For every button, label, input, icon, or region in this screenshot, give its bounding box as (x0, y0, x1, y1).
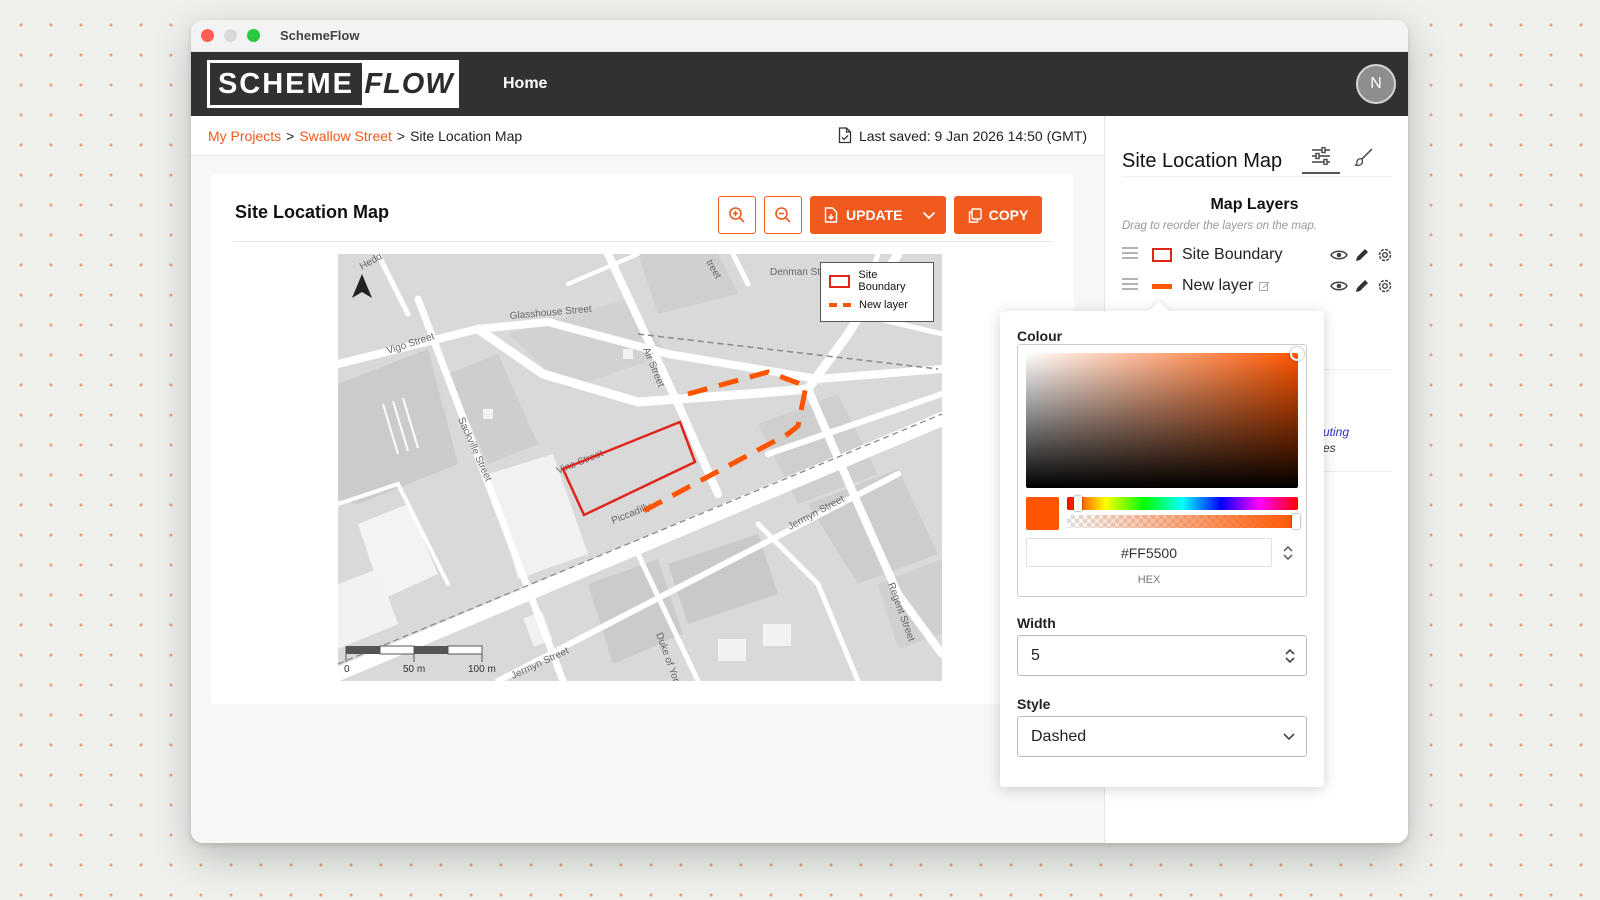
hue-slider[interactable] (1067, 496, 1298, 511)
partial-text: es (1323, 441, 1336, 455)
layers-heading: Map Layers (1210, 196, 1299, 213)
legend-item: New layer (829, 293, 925, 317)
card-title: Site Location Map (235, 202, 390, 222)
pencil-icon[interactable] (1354, 247, 1370, 263)
layer-name[interactable]: New layer (1182, 277, 1253, 295)
width-stepper[interactable]: 5 (1017, 635, 1307, 676)
scale-label: 50 m (403, 664, 425, 675)
width-value[interactable]: 5 (1031, 647, 1040, 665)
sidebar-divider (1321, 369, 1391, 370)
logo-scheme-text: SCHEME (210, 63, 362, 105)
update-main-action[interactable]: UPDATE (810, 207, 912, 223)
sidebar-divider (1321, 471, 1391, 472)
copy-icon (968, 207, 982, 223)
breadcrumb-separator: > (286, 127, 295, 144)
layers-hint: Drag to reorder the layers on the map. (1122, 220, 1317, 232)
zoom-in-icon (729, 207, 745, 223)
close-window-button[interactable] (201, 29, 214, 42)
layer-name[interactable]: Site Boundary (1182, 246, 1283, 264)
tab-draw[interactable] (1345, 140, 1383, 174)
last-saved-text: Last saved: 9 Jan 2026 14:50 (GMT) (858, 127, 1087, 144)
style-select-value[interactable]: Dashed (1031, 728, 1086, 746)
breadcrumb-separator: > (396, 127, 406, 144)
colour-format-toggle[interactable] (1280, 543, 1296, 563)
stepper-arrows-icon[interactable] (1284, 636, 1296, 675)
breadcrumb-my-projects[interactable]: My Projects (208, 128, 281, 144)
hue-slider-handle[interactable] (1074, 496, 1082, 511)
partial-link-text[interactable]: uting (1323, 425, 1349, 439)
user-avatar[interactable]: N (1356, 64, 1396, 104)
map-card: Site Location Map UPDATE COPY Glasshouse… (211, 174, 1074, 704)
style-select[interactable]: Dashed (1017, 716, 1307, 757)
breadcrumb-swallow-street[interactable]: Swallow Street (299, 128, 392, 144)
logo-flow-text: FLOW (364, 67, 454, 100)
layer-dashed-swatch (1152, 283, 1172, 289)
current-colour-swatch (1026, 497, 1059, 530)
breadcrumb-current-page: Site Location Map (410, 127, 523, 144)
scale-label: 100 m (468, 664, 496, 675)
card-divider (233, 241, 1052, 242)
legend-label: New layer (859, 299, 908, 311)
colour-picker: #FF5500 HEX (1017, 344, 1307, 597)
pencil-icon[interactable] (1354, 278, 1370, 294)
alpha-slider[interactable] (1067, 514, 1300, 529)
layer-style-popover: Colour #FF5500 HEX Width 5 Style Dashed (1000, 311, 1324, 787)
saturation-value-handle[interactable] (1290, 347, 1304, 361)
drag-handle-icon[interactable] (1122, 246, 1142, 264)
eye-icon[interactable] (1330, 280, 1348, 292)
tab-layer-settings[interactable] (1302, 140, 1340, 174)
layer-row-site-boundary[interactable]: Site Boundary (1122, 240, 1394, 270)
layer-row-new-layer[interactable]: New layer (1122, 271, 1394, 301)
rename-icon[interactable] (1259, 281, 1270, 292)
main-content: My Projects > Swallow Street > Site Loca… (191, 116, 1104, 843)
colour-label: Colour (1017, 328, 1063, 344)
map-legend: Site Boundary New layer (820, 262, 934, 322)
drag-handle-icon[interactable] (1122, 277, 1142, 295)
layer-outline-swatch (1152, 248, 1172, 262)
copy-button[interactable]: COPY (954, 196, 1042, 234)
document-saved-icon (838, 127, 852, 144)
chevron-down-icon (922, 211, 936, 219)
copy-label: COPY (988, 207, 1029, 223)
update-document-icon (824, 207, 838, 223)
legend-boundary-swatch (829, 274, 851, 288)
hex-input[interactable]: #FF5500 (1026, 538, 1272, 567)
gear-icon[interactable] (1376, 246, 1394, 264)
chevron-down-icon[interactable] (1282, 717, 1296, 756)
scale-label: 0 (344, 664, 350, 675)
hex-format-label: HEX (1137, 574, 1161, 586)
update-button[interactable]: UPDATE (810, 196, 946, 234)
sliders-icon (1312, 147, 1330, 165)
zoom-out-button[interactable] (764, 196, 802, 234)
top-navbar: SCHEME FLOW Home N (191, 52, 1408, 116)
sidebar-divider (1122, 176, 1391, 177)
layer-actions (1324, 246, 1394, 264)
legend-label: Site Boundary (858, 269, 906, 293)
up-down-arrows-icon (1283, 545, 1293, 561)
gear-icon[interactable] (1376, 277, 1394, 295)
width-label: Width (1017, 615, 1056, 631)
update-dropdown-toggle[interactable] (912, 196, 946, 234)
layer-actions (1324, 277, 1394, 295)
title-bar: SchemeFlow (191, 20, 1408, 52)
update-label: UPDATE (846, 207, 903, 223)
window-title: SchemeFlow (280, 28, 360, 43)
alpha-slider-handle[interactable] (1292, 514, 1300, 529)
schemeflow-logo[interactable]: SCHEME FLOW (207, 60, 459, 108)
breadcrumb: My Projects > Swallow Street > Site Loca… (191, 116, 1104, 156)
minimize-window-button[interactable] (224, 29, 237, 42)
sidebar-title: Site Location Map (1122, 150, 1283, 172)
saturation-value-area[interactable] (1026, 347, 1304, 488)
site-location-map[interactable]: Glasshouse Street Vigo Street Air Street… (338, 254, 942, 681)
legend-dashed-swatch (829, 303, 851, 307)
brush-icon (1354, 148, 1373, 167)
eye-icon[interactable] (1330, 249, 1348, 261)
zoom-out-icon (775, 207, 791, 223)
zoom-in-button[interactable] (718, 196, 756, 234)
last-saved-status: Last saved: 9 Jan 2026 14:50 (GMT) (838, 127, 1087, 144)
style-label: Style (1017, 696, 1051, 712)
legend-item: Site Boundary (829, 269, 925, 293)
maximize-window-button[interactable] (247, 29, 260, 42)
nav-home-link[interactable]: Home (503, 75, 547, 93)
